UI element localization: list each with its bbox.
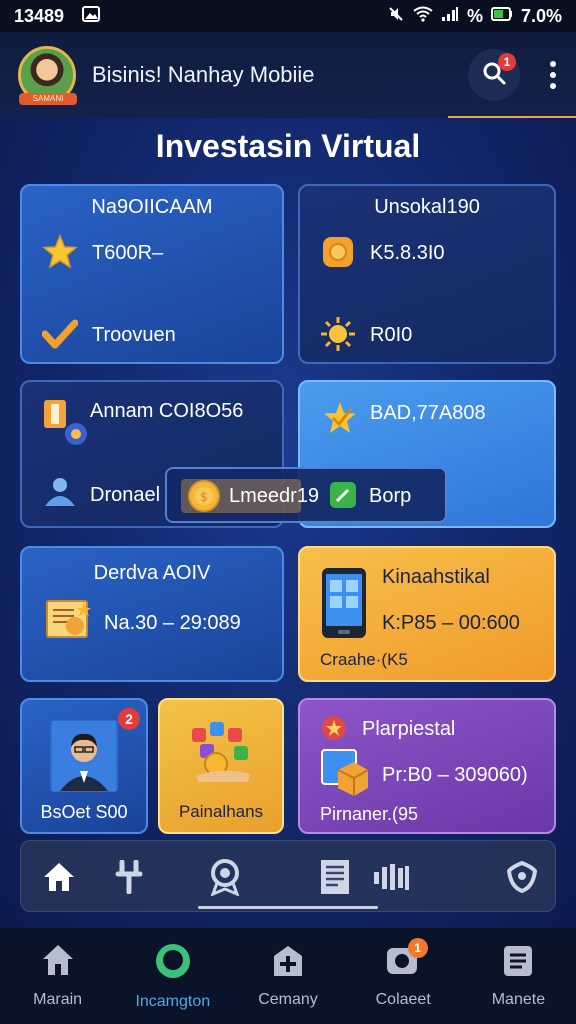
nav-item-building[interactable]: Cemany xyxy=(230,928,345,1024)
investment-card-6[interactable]: Kinaahstikal K:P85 – 00:600 Craahe·(K5 xyxy=(298,546,556,682)
investment-card-2[interactable]: Unsokal190 K5.8.3I0 R0I0 xyxy=(298,184,556,364)
card-value: K5.8.3I0 xyxy=(370,242,445,264)
overlay-right-label: Borp xyxy=(369,485,412,507)
signal-icon xyxy=(441,6,459,27)
sun-icon xyxy=(318,314,358,354)
page-title: Investasin Virtual xyxy=(155,128,421,164)
house-icon xyxy=(40,942,76,983)
smartphone-icon xyxy=(320,566,368,640)
search-badge: 1 xyxy=(498,53,516,71)
nav-label: Manete xyxy=(491,991,546,1008)
audio-bars-icon[interactable] xyxy=(369,857,413,897)
card-value: Pr:B0 – 309060) xyxy=(382,764,528,786)
nav-label: Cemany xyxy=(258,991,318,1008)
status-bar: 13489 % 7.0% xyxy=(0,0,576,32)
notification-badge: 1 xyxy=(407,938,428,958)
more-dot xyxy=(550,83,556,89)
award-icon[interactable] xyxy=(203,855,247,899)
profile-label: BsOet S00 xyxy=(40,802,128,822)
card-status: Dronael xyxy=(90,484,161,506)
bottom-navigation: Marain Incamgton Cemany 1 Colaeet Manete xyxy=(0,928,576,1024)
wallet-icon xyxy=(42,398,92,448)
quick-action-strip xyxy=(20,840,556,912)
card-value: T600R– xyxy=(92,242,164,264)
apps-label: Painalhans xyxy=(178,802,264,821)
nav-item-home[interactable]: Marain xyxy=(0,928,115,1024)
card-status: Craahe·(K5 xyxy=(320,650,408,669)
overlay-left-label: Lmeedr19 xyxy=(229,485,320,507)
home-icon[interactable] xyxy=(39,857,79,897)
mute-icon xyxy=(387,5,405,28)
alert-star-icon xyxy=(320,714,348,742)
card-value: Na.30 – 29:089 xyxy=(104,612,241,634)
tools-icon[interactable] xyxy=(109,857,149,897)
card-header: Plarpiestal xyxy=(362,718,456,740)
card-header: Kinaahstikal xyxy=(382,566,490,588)
wifi-icon xyxy=(413,6,433,27)
building-icon xyxy=(270,942,306,983)
coin-icon xyxy=(318,232,358,272)
card-header: Unsokal190 xyxy=(374,196,480,218)
certificate-icon xyxy=(44,598,92,642)
overlay-summary-bar[interactable]: $ Lmeedr19 Borp xyxy=(165,467,447,523)
card-value: K:P85 – 00:600 xyxy=(382,612,520,634)
edit-icon xyxy=(329,481,357,509)
clipboard-icon xyxy=(500,942,536,983)
profile-card[interactable]: 2 BsOet S00 xyxy=(20,698,148,834)
status-time: 13489 xyxy=(14,5,65,26)
checkmark-icon xyxy=(40,314,80,354)
star-icon xyxy=(40,232,80,272)
nav-label: Marain xyxy=(33,991,83,1008)
apps-hand-icon xyxy=(186,718,258,784)
card-status: Troovuen xyxy=(92,324,176,346)
card-status: Pirnaner.(95 xyxy=(320,804,419,824)
card-value: Annam COI8O56 xyxy=(90,400,244,422)
document-icon[interactable] xyxy=(313,855,357,899)
nav-item-notifications[interactable]: 1 Colaeet xyxy=(346,928,461,1024)
user-icon xyxy=(40,474,80,510)
nav-item-chat[interactable]: Incamgton xyxy=(115,928,230,1024)
chat-icon xyxy=(154,942,192,985)
image-notification-icon xyxy=(82,5,101,27)
battery-percent: 7.0% xyxy=(520,5,562,26)
investment-card-1[interactable]: Na9OIICAAM T600R– Troovuen xyxy=(20,184,284,364)
investment-card-5[interactable]: Derdva AOIV Na.30 – 29:089 xyxy=(20,546,284,682)
avatar[interactable]: SAMANI xyxy=(18,46,77,105)
app-title: Bisinis! Nanhay Mobiie xyxy=(92,62,315,87)
profile-badge: 2 xyxy=(118,708,140,730)
nav-label: Colaeet xyxy=(375,991,431,1008)
more-menu-button[interactable] xyxy=(548,61,558,89)
signal-text: % xyxy=(466,5,483,26)
avatar-ribbon: SAMANI xyxy=(19,93,77,105)
strip-scroll-indicator xyxy=(198,906,378,909)
search-button[interactable]: 1 xyxy=(468,49,520,101)
card-header: Derdva AOIV xyxy=(93,562,211,584)
person-portrait-icon xyxy=(50,720,118,792)
verified-star-icon xyxy=(320,398,360,438)
nav-label: Incamgton xyxy=(135,993,211,1010)
package-icon xyxy=(320,748,370,798)
investment-card-9[interactable]: Plarpiestal Pr:B0 – 309060) Pirnaner.(95 xyxy=(298,698,556,834)
battery-icon xyxy=(490,6,513,27)
app-bar: SAMANI Bisinis! Nanhay Mobiie 1 xyxy=(0,32,576,118)
more-dot xyxy=(550,72,556,78)
card-status: R0I0 xyxy=(370,324,413,346)
shield-icon[interactable] xyxy=(501,857,543,897)
card-value: BAD,77A808 xyxy=(370,402,486,424)
card-header: Na9OIICAAM xyxy=(91,196,213,218)
nav-item-manage[interactable]: Manete xyxy=(461,928,576,1024)
apps-card[interactable]: Painalhans xyxy=(158,698,284,834)
more-dot xyxy=(550,61,556,67)
